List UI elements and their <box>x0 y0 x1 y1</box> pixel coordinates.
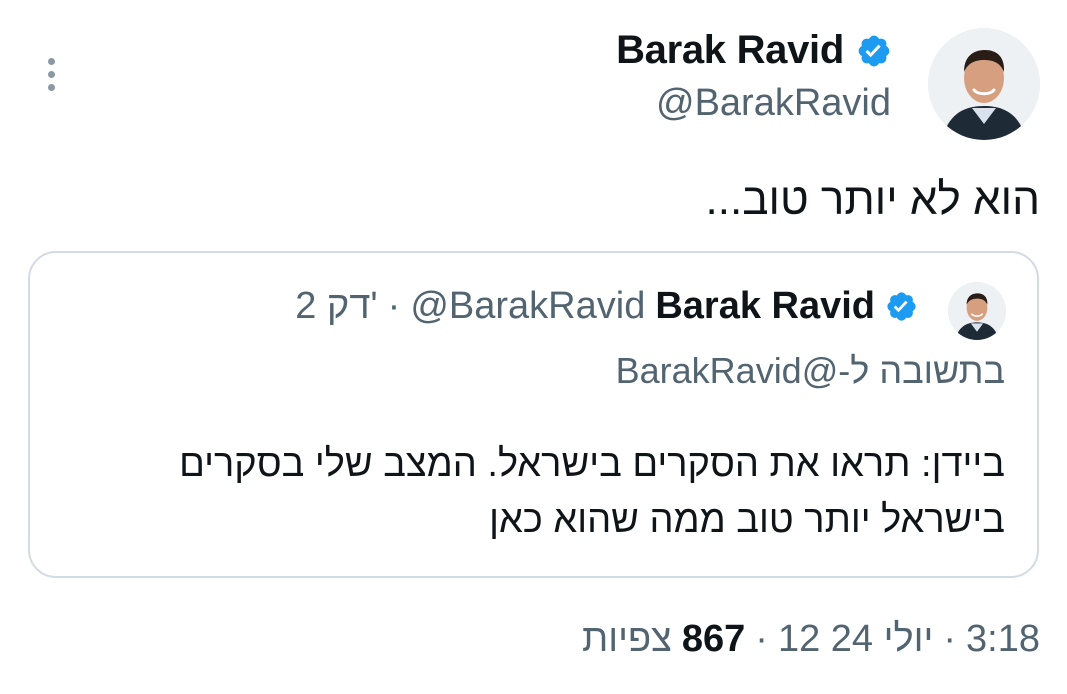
tweet-date[interactable]: 12 יולי 24 <box>778 618 933 661</box>
tweet-time[interactable]: 3:18 <box>966 618 1040 661</box>
separator-dot: · <box>755 618 768 660</box>
views-count[interactable]: 867 <box>682 618 745 661</box>
views-label: צפיות <box>582 618 672 660</box>
more-dot <box>47 70 55 78</box>
more-dot <box>47 83 55 91</box>
separator-dot: · <box>387 285 401 327</box>
author-name[interactable]: Barak Ravid <box>616 28 892 73</box>
profile-photo-icon <box>928 28 1040 140</box>
quoted-tweet-text: ביידן: תראו את הסקרים בישראל. המצב שלי ב… <box>179 443 1005 541</box>
profile-photo-icon <box>948 282 1006 340</box>
quoted-tweet-header: 2 דק' · @BarakRavid Barak Ravid <box>295 285 918 328</box>
author-avatar[interactable] <box>928 28 1040 140</box>
tweet-text: הוא לא יותר טוב... <box>705 175 1040 224</box>
more-dot <box>47 57 55 65</box>
quoted-author-name[interactable]: Barak Ravid <box>655 285 875 328</box>
quoted-author-avatar[interactable] <box>948 282 1006 340</box>
separator-dot: · <box>943 618 957 660</box>
quoted-reply-to[interactable]: בתשובה ל-@BarakRavid <box>616 350 1005 392</box>
verified-badge-icon <box>885 290 918 323</box>
author-name-text[interactable]: Barak Ravid <box>616 28 844 73</box>
quoted-time-ago[interactable]: 2 דק' <box>295 285 377 328</box>
verified-badge-icon <box>856 33 892 69</box>
quoted-author-handle[interactable]: @BarakRavid <box>410 285 645 328</box>
tweet-meta: צפיות 867 · 12 יולי 24 · 3:18 <box>582 618 1040 661</box>
author-handle[interactable]: @BarakRavid <box>656 82 891 125</box>
more-options-button[interactable] <box>36 52 66 96</box>
